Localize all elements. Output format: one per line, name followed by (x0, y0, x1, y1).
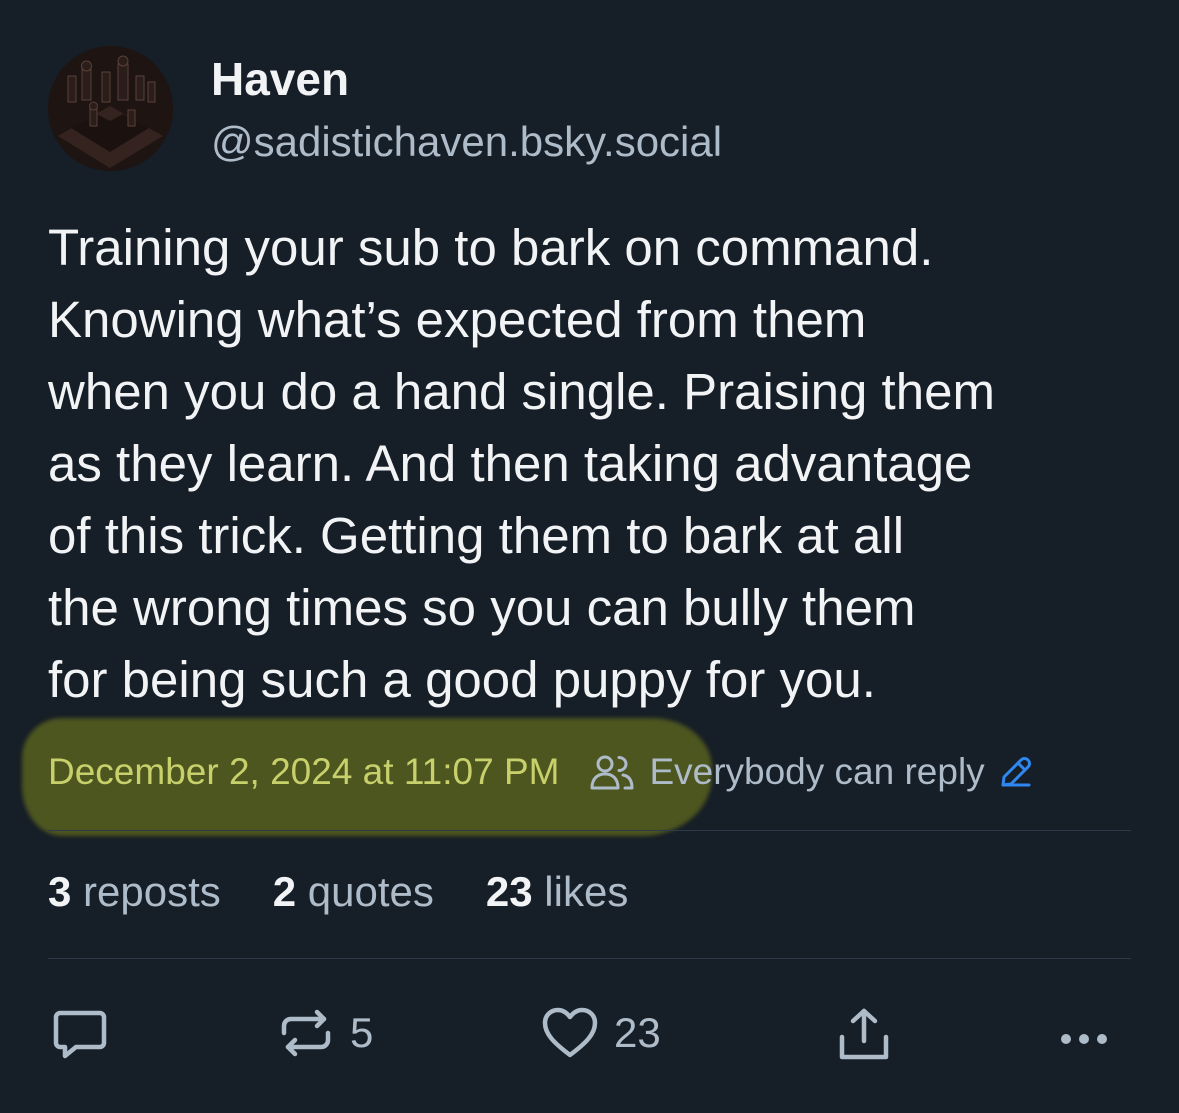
reposts-stat[interactable]: 3 reposts (48, 868, 221, 916)
chess-board-avatar-icon (48, 46, 173, 171)
post-text-line: Training your sub to bark on command. (48, 219, 934, 276)
post-text-line: when you do a hand single. Praising them (48, 363, 995, 420)
comment-icon (53, 1010, 107, 1059)
repost-button[interactable]: 5 (276, 995, 373, 1071)
share-icon (839, 1008, 889, 1060)
post-text-line: the wrong times so you can bully them (48, 579, 916, 636)
people-icon (589, 752, 635, 792)
divider (48, 958, 1131, 959)
share-button[interactable] (834, 995, 894, 1071)
heart-icon (542, 1007, 598, 1058)
post-actions: 5 23 (0, 995, 1179, 1075)
quotes-count: 2 (272, 868, 297, 915)
divider (48, 830, 1131, 831)
like-button[interactable]: 23 (540, 995, 661, 1071)
post-text-line: as they learn. And then taking advantage (48, 435, 973, 492)
post-timestamp: December 2, 2024 at 11:07 PM (48, 751, 560, 792)
likes-count: 23 (485, 868, 533, 915)
repost-icon (281, 1009, 331, 1057)
post-text: Training your sub to bark on command. Kn… (48, 212, 1148, 716)
likes-label: likes (544, 868, 629, 915)
quotes-label: quotes (307, 868, 434, 915)
reply-setting-label[interactable]: Everybody can reply (649, 751, 984, 793)
author-handle[interactable]: @sadistichaven.bsky.social (211, 118, 722, 166)
pencil-icon[interactable] (999, 755, 1033, 789)
reposts-count: 3 (48, 868, 72, 915)
reply-button[interactable] (50, 995, 110, 1071)
more-options-button[interactable] (1056, 995, 1116, 1071)
like-count: 23 (614, 1009, 661, 1056)
post-text-line: for being such a good puppy for you. (48, 651, 876, 708)
author-display-name[interactable]: Haven (211, 52, 349, 106)
post-text-line: Knowing what’s expected from them (48, 291, 867, 348)
more-icon (1061, 1034, 1107, 1044)
quotes-stat[interactable]: 2 quotes (273, 868, 434, 916)
repost-count: 5 (350, 1009, 374, 1056)
reposts-label: reposts (83, 868, 221, 915)
likes-stat[interactable]: 23 likes (486, 868, 628, 916)
avatar[interactable] (48, 46, 173, 171)
post-meta: December 2, 2024 at 11:07 PM Everybody c… (48, 745, 1033, 799)
post-stats: 3 reposts 2 quotes 23 likes (48, 868, 680, 916)
post-text-line: of this trick. Getting them to bark at a… (48, 507, 905, 564)
